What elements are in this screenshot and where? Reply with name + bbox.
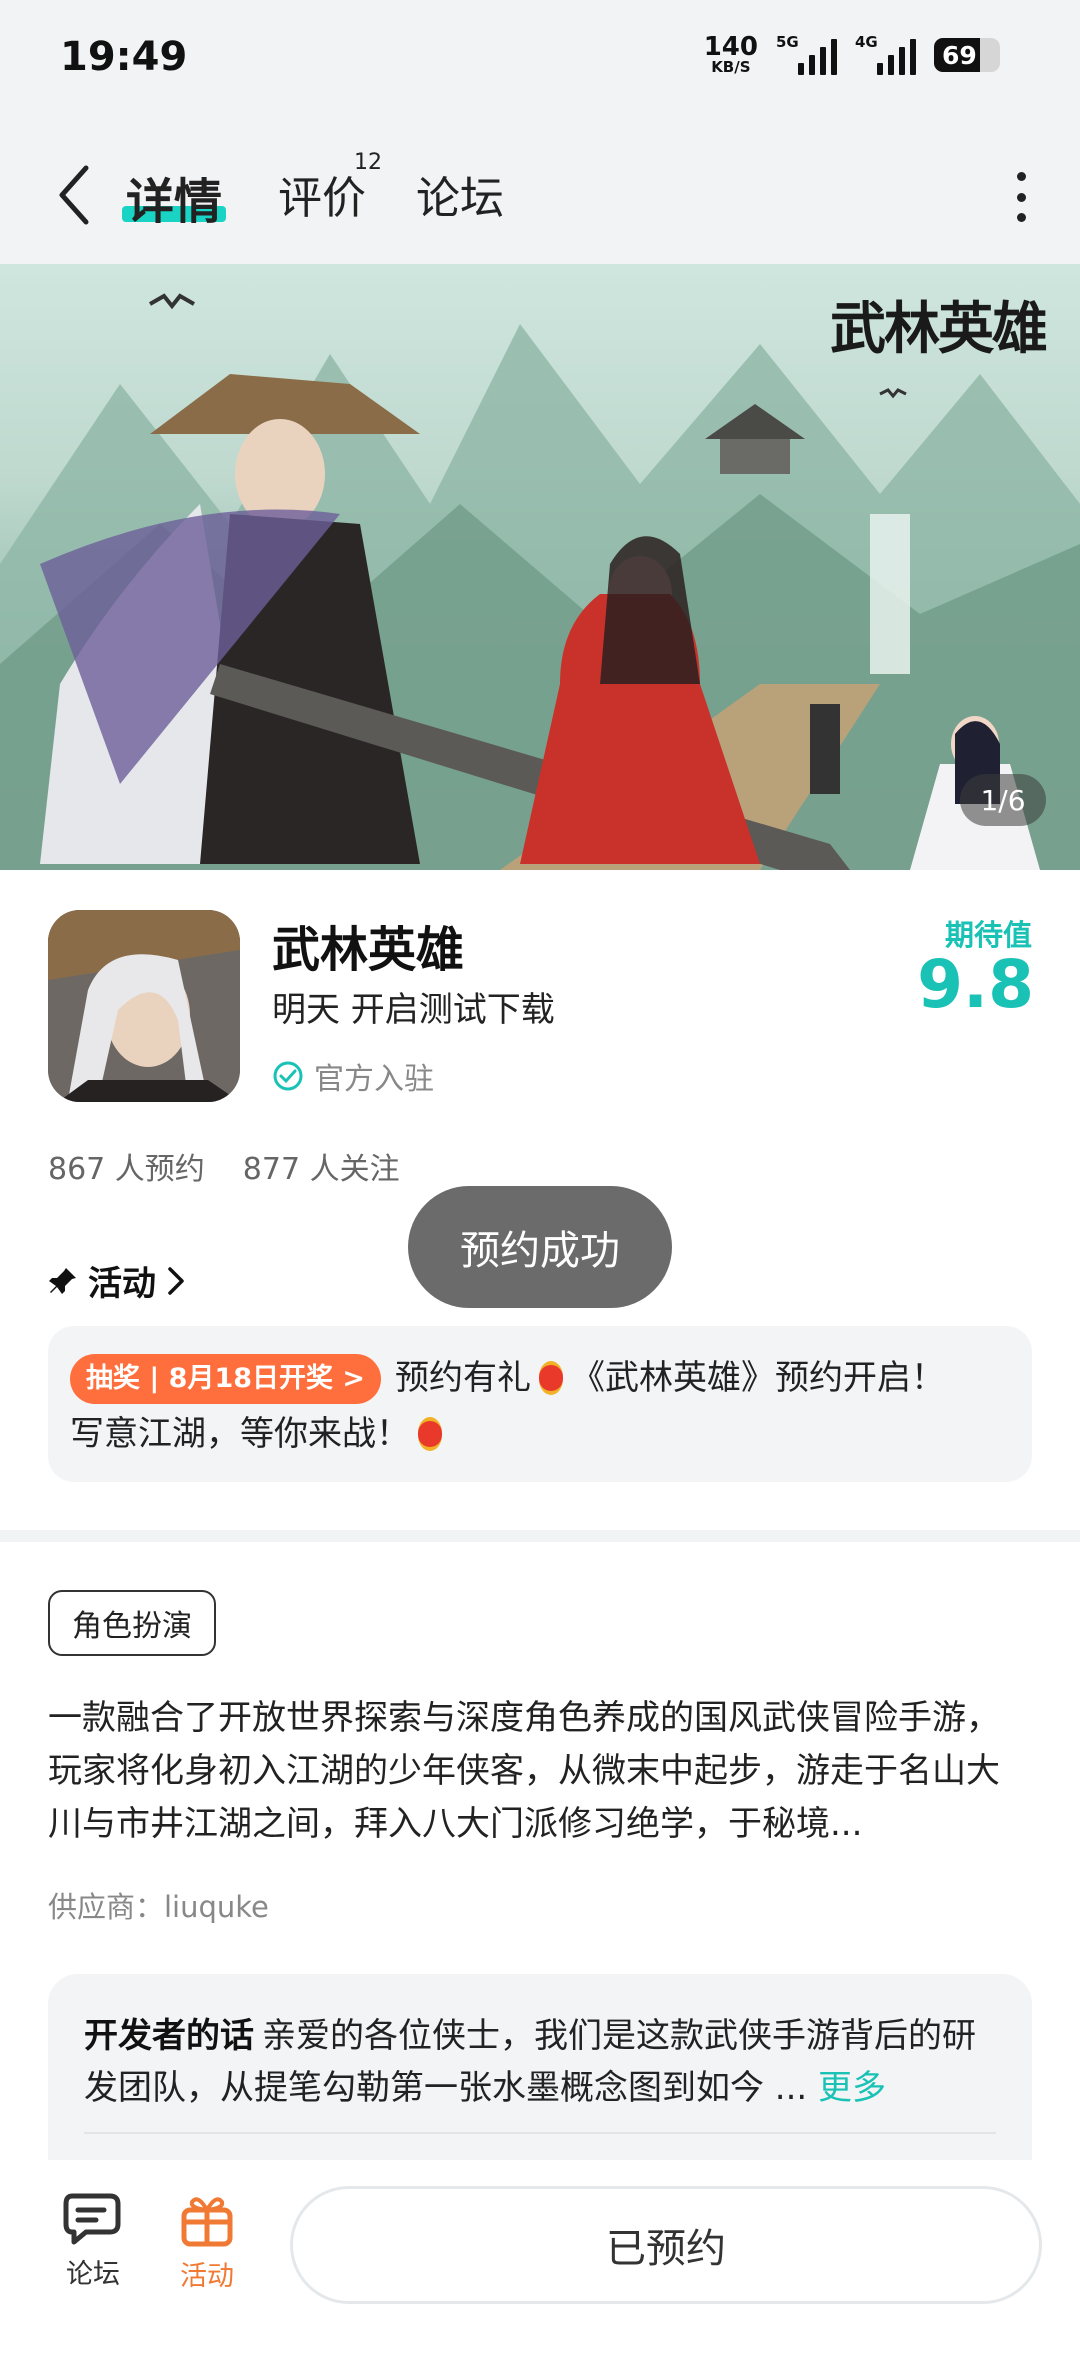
tab-details-label: 详情 — [126, 174, 223, 230]
lantern-icon — [418, 1417, 442, 1451]
check-circle-icon — [273, 1061, 303, 1091]
chevron-right-icon — [168, 1266, 184, 1295]
lantern-icon — [539, 1361, 564, 1395]
official-verified-label: 官方入驻 — [314, 1062, 434, 1097]
activity-title: 活动 — [88, 1264, 156, 1304]
supplier-info: 供应商：liuquke — [48, 1890, 269, 1924]
signal-4g-label: 4G — [855, 32, 878, 51]
tab-reviews-label: 评价 — [278, 173, 366, 224]
status-bar: 19:49 140 KB/S 5G 4G 69 — [0, 0, 1080, 120]
tab-reviews[interactable]: 评价 — [278, 162, 366, 226]
signal-5g-icon: 5G — [776, 32, 837, 75]
banner-game-logo: 武林英雄 — [830, 296, 1048, 362]
reviews-count-badge: 12 — [354, 150, 382, 175]
app-name: 武林英雄 — [272, 922, 465, 978]
back-button[interactable] — [44, 160, 104, 230]
bottom-nav-activity[interactable]: 活动 — [162, 2190, 252, 2293]
more-options-button[interactable] — [1006, 172, 1036, 222]
activity-text-1: 预约有礼 — [395, 1358, 532, 1398]
network-speed-value: 140 — [703, 32, 758, 62]
gift-icon — [181, 2197, 233, 2247]
top-nav: 详情 评价 12 论坛 — [0, 120, 1080, 264]
status-time: 19:49 — [60, 34, 188, 80]
activity-card[interactable]: 抽奖 | 8月18日开奖 > 预约有礼 《武林英雄》预约开启！ 写意江湖，等你来战！ — [48, 1326, 1032, 1482]
official-verified: 官方入驻 — [272, 1054, 434, 1098]
tab-forum-label: 论坛 — [416, 173, 504, 224]
forum-chat-icon — [63, 2193, 121, 2245]
battery-level: 69 — [942, 40, 977, 70]
pin-icon — [49, 1267, 76, 1294]
reservation-stats: 867 人预约 877 人关注 — [48, 1144, 400, 1188]
expectation-score: 9.8 — [917, 946, 1034, 1023]
activity-text-3: 写意江湖，等你来战！ — [70, 1414, 410, 1454]
genre-tag[interactable]: 角色扮演 — [48, 1590, 216, 1656]
follower-count: 877 人关注 — [242, 1152, 400, 1187]
banner-page-counter: 1/6 — [960, 774, 1046, 826]
toast-message: 预约成功 — [408, 1186, 672, 1308]
bottom-nav-forum-label: 论坛 — [66, 2259, 120, 2290]
reserved-button[interactable]: 已预约 — [290, 2186, 1042, 2304]
status-icons: 140 KB/S 5G 4G 69 — [704, 32, 1000, 75]
developer-note-more-link[interactable]: 更多 — [818, 2068, 886, 2108]
game-description[interactable]: 一款融合了开放世界探索与深度角色养成的国风武侠冒险手游，玩家将化身初入江湖的少年… — [48, 1692, 1032, 1851]
activity-text-2: 《武林英雄》预约开启！ — [571, 1358, 946, 1398]
bottom-nav-forum[interactable]: 论坛 — [48, 2190, 138, 2291]
bottom-nav-activity-label: 活动 — [180, 2261, 234, 2292]
section-divider — [0, 1530, 1080, 1542]
battery-icon: 69 — [934, 37, 1000, 72]
signal-4g-icon: 4G — [855, 32, 916, 75]
lottery-tag[interactable]: 抽奖 | 8月18日开奖 > — [70, 1354, 382, 1404]
bottom-action-bar: 论坛 活动 已预约 — [0, 2160, 1080, 2376]
activity-section-header[interactable]: 活动 — [48, 1256, 186, 1305]
app-icon — [48, 910, 240, 1102]
developer-note-title: 开发者的话 — [84, 2016, 254, 2056]
tab-details[interactable]: 详情 — [126, 162, 222, 232]
tab-forum[interactable]: 论坛 — [416, 162, 504, 226]
network-speed: 140 KB/S — [704, 34, 758, 75]
network-speed-unit: KB/S — [711, 58, 751, 76]
signal-5g-label: 5G — [776, 32, 799, 51]
app-release-status: 明天 开启测试下载 — [272, 990, 555, 1030]
app-icon-artwork — [48, 910, 240, 1102]
banner-carousel[interactable]: 武林英雄 1/6 — [0, 264, 1080, 870]
developer-note-divider — [84, 2132, 996, 2134]
more-vertical-icon — [1016, 172, 1026, 181]
chevron-left-icon — [59, 165, 89, 225]
reservation-count: 867 人预约 — [48, 1152, 205, 1187]
developer-note-card[interactable]: 开发者的话 亲爱的各位侠士，我们是这款武侠手游背后的研发团队，从提笔勾勒第一张水墨… — [48, 1974, 1032, 2164]
